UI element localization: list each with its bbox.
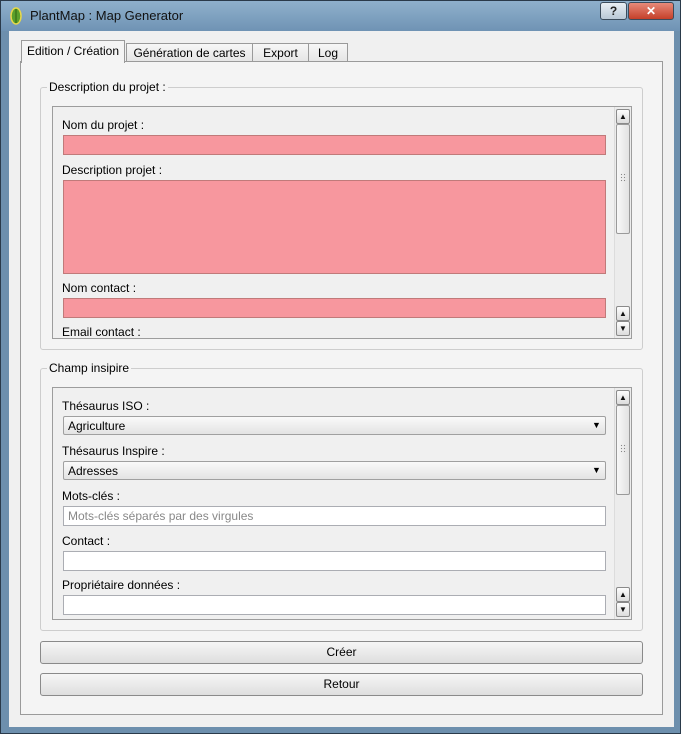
project-description-field[interactable] (63, 180, 606, 274)
tab-generation-cartes[interactable]: Génération de cartes (126, 43, 253, 63)
inspire-selected-value: Adresses (68, 464, 119, 478)
help-button[interactable]: ? (600, 2, 627, 20)
contact-name-field[interactable] (63, 298, 606, 318)
dialog-body: Edition / Création Génération de cartes … (9, 31, 674, 727)
scroll-up-arrow-icon[interactable]: ▲ (616, 306, 630, 321)
scroll-up-arrow-icon[interactable]: ▲ (616, 109, 630, 124)
project-description-group: Description du projet : Nom du projet : … (40, 80, 643, 350)
tab-edition-creation[interactable]: Edition / Création (21, 40, 125, 63)
iso-selected-value: Agriculture (68, 419, 126, 433)
iso-thesaurus-label: Thésaurus ISO : (62, 399, 150, 413)
scroll-down-arrow-icon[interactable]: ▼ (616, 321, 630, 336)
scroll-down-arrow-icon[interactable]: ▼ (616, 602, 630, 617)
contact-email-label: Email contact : (62, 325, 141, 339)
contact-label: Contact : (62, 534, 111, 548)
close-button[interactable]: ✕ (628, 2, 674, 20)
contact-input[interactable] (63, 551, 606, 571)
keywords-input[interactable] (63, 506, 606, 526)
inspire-thesaurus-select[interactable]: Adresses ▼ (63, 461, 606, 480)
project-name-label: Nom du projet : (62, 118, 145, 132)
plant-logo-icon (8, 7, 24, 25)
scroll-thumb[interactable] (616, 405, 630, 495)
tab-log[interactable]: Log (308, 43, 348, 63)
tab-export[interactable]: Export (252, 43, 309, 63)
project-description-label: Description projet : (62, 163, 163, 177)
data-owner-input[interactable] (63, 595, 606, 615)
grip-icon (620, 444, 627, 453)
inspire-group: Champ insipire Thésaurus ISO : Agricultu… (40, 361, 643, 631)
back-button[interactable]: Retour (40, 673, 643, 696)
project-name-field[interactable] (63, 135, 606, 155)
create-button[interactable]: Créer (40, 641, 643, 664)
scroll-up-arrow-icon[interactable]: ▲ (616, 587, 630, 602)
scroll-thumb[interactable] (616, 124, 630, 234)
inspire-scroll-area[interactable]: Thésaurus ISO : Agriculture ▼ Thésaurus … (52, 387, 632, 620)
inspire-scrollbar[interactable]: ▲ ▲ ▼ (614, 388, 631, 619)
scroll-up-arrow-icon[interactable]: ▲ (616, 390, 630, 405)
inspire-thesaurus-label: Thésaurus Inspire : (62, 444, 165, 458)
project-group-title: Description du projet : (47, 80, 168, 94)
chevron-down-icon[interactable]: ▼ (589, 418, 604, 433)
project-scroll-area[interactable]: Nom du projet : Description projet : Nom… (52, 106, 632, 339)
title-bar[interactable]: PlantMap : Map Generator ? ✕ (1, 1, 680, 31)
iso-thesaurus-select[interactable]: Agriculture ▼ (63, 416, 606, 435)
window-title: PlantMap : Map Generator (30, 8, 184, 23)
app-window: PlantMap : Map Generator ? ✕ Edition / C… (0, 0, 681, 734)
project-scrollbar[interactable]: ▲ ▲ ▼ (614, 107, 631, 338)
inspire-group-title: Champ insipire (47, 361, 132, 375)
chevron-down-icon[interactable]: ▼ (589, 463, 604, 478)
data-owner-label: Propriétaire données : (62, 578, 181, 592)
contact-name-label: Nom contact : (62, 281, 137, 295)
keywords-label: Mots-clés : (62, 489, 121, 503)
grip-icon (620, 173, 627, 182)
tab-pane-edition: Description du projet : Nom du projet : … (20, 61, 663, 715)
